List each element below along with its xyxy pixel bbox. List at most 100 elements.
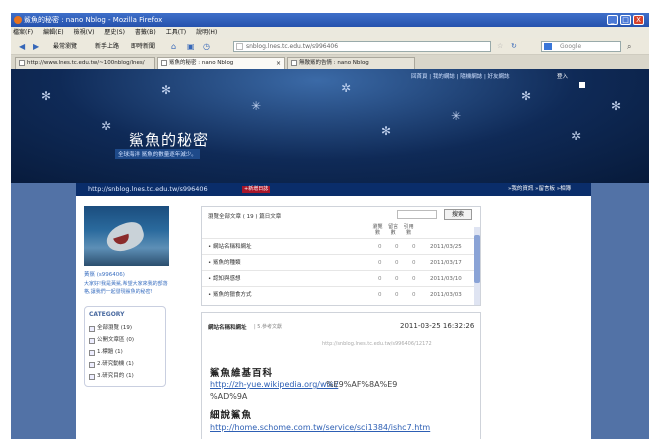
browser-window: 鯊魚的秘密 : nano Nblog - Mozilla Firefox _ □… xyxy=(11,13,649,439)
reload-icon[interactable]: ↻ xyxy=(511,41,517,52)
category-item[interactable]: 2.研究動機 (1) xyxy=(89,358,161,370)
article-date: 2011-03-25 16:32:26 xyxy=(400,322,475,330)
list-item-views: 0 xyxy=(378,260,382,266)
list-item-date: 2011/03/17 xyxy=(430,260,462,266)
list-item[interactable]: • 認知與感想 0 0 0 2011/03/10 xyxy=(202,270,476,286)
dandelion-decoration: ✳ xyxy=(451,109,462,123)
new-post-button[interactable]: +新增日誌 xyxy=(242,186,271,193)
avatar[interactable] xyxy=(84,206,169,266)
tab-close-icon[interactable]: × xyxy=(276,58,281,69)
category-item[interactable]: 3.研究目的 (1) xyxy=(89,370,161,382)
tab-other-blog[interactable]: 無敵鯊的告情 : nano Nblog xyxy=(287,57,415,69)
tab-school-nblog[interactable]: http://www.lnes.tc.edu.tw/~100nblog/lnes… xyxy=(15,57,155,69)
menu-file[interactable]: 檔案(F) xyxy=(13,27,33,38)
history-icon[interactable]: ◷ xyxy=(203,41,210,52)
profile-name[interactable]: 黃鯊 (s996406) xyxy=(84,270,184,278)
list-item-title[interactable]: • 鯊魚的種類 xyxy=(208,255,241,271)
list-search-button[interactable]: 搜索 xyxy=(444,209,472,220)
bookmark-getting-started[interactable]: 新手上路 xyxy=(95,41,119,52)
list-item-comments: 0 xyxy=(395,276,399,282)
list-item-views: 0 xyxy=(378,244,382,250)
article-link-tail: %AD%9A xyxy=(210,392,248,401)
blog-page: 黃鯊 (s996406) 大家好!我是黃鯊,希望大家來我的部落格,讓我們一起發現… xyxy=(76,196,591,439)
article-category[interactable]: | 5.參考文獻 xyxy=(254,323,282,330)
article-permalink[interactable]: http://snblog.lnes.tc.edu.tw/s996406/121… xyxy=(322,341,432,347)
list-header: 瀏覽全部文章 ( 19 ) 篇日文章 xyxy=(208,214,282,220)
profile-links[interactable]: »我的資訊 »留言板 »相簿 xyxy=(508,183,571,196)
top-links[interactable]: 回首頁 | 我的網誌 | 隨機網誌 | 好友網誌 xyxy=(411,72,510,80)
article: 網站名稱和網址 | 5.參考文獻 2011-03-25 16:32:26 htt… xyxy=(201,312,481,439)
article-link[interactable]: http://home.schome.com.tw/service/sci138… xyxy=(210,423,430,432)
category-item[interactable]: 全部瀏覽 (19) xyxy=(89,322,161,334)
bookmark-latest-news[interactable]: 即時新聞 xyxy=(131,41,155,52)
tab-page-icon xyxy=(161,60,167,66)
bookmark-most-visited[interactable]: 最常瀏覽 xyxy=(53,41,77,52)
star-icon[interactable]: ☆ xyxy=(497,41,503,52)
search-icon[interactable]: ⌕ xyxy=(627,41,631,52)
list-search-input[interactable] xyxy=(397,210,437,219)
list-item-comments: 0 xyxy=(395,244,399,250)
url-text: snblog.lnes.tc.edu.tw/s996406 xyxy=(246,43,339,50)
tab-shark-secret[interactable]: 鯊魚的秘密 : nano Nblog × xyxy=(157,57,285,69)
list-item-title[interactable]: • 鯊魚的獵食方式 xyxy=(208,287,252,303)
list-item-trackbacks: 0 xyxy=(412,292,416,298)
list-scrollbar-thumb[interactable] xyxy=(474,235,480,283)
list-item[interactable]: • 鯊魚的獵食方式 0 0 0 2011/03/03 xyxy=(202,286,476,302)
list-scrollbar[interactable] xyxy=(474,227,480,305)
article-link[interactable]: http://zh-yue.wikipedia.org/wiki/ xyxy=(210,380,338,389)
list-item-title[interactable]: • 網站名稱和網址 xyxy=(208,239,252,255)
blog-title[interactable]: 鯊魚的秘密 xyxy=(129,129,209,150)
dandelion-decoration: ✻ xyxy=(381,124,392,138)
list-item-views: 0 xyxy=(378,292,382,298)
col-views: 瀏覽數 xyxy=(372,224,383,236)
article-list: 瀏覽全部文章 ( 19 ) 篇日文章 搜索 瀏覽數 留言數 引用數 • 網站名稱… xyxy=(201,206,481,306)
login-box[interactable] xyxy=(579,82,585,88)
list-item-trackbacks: 0 xyxy=(412,244,416,250)
dandelion-decoration: ✻ xyxy=(611,99,622,113)
maximize-button[interactable]: □ xyxy=(620,15,631,25)
dandelion-decoration: ✲ xyxy=(101,119,112,133)
tab-bar: http://www.lnes.tc.edu.tw/~100nblog/lnes… xyxy=(11,55,649,69)
minimize-button[interactable]: _ xyxy=(607,15,618,25)
menu-help[interactable]: 說明(H) xyxy=(196,27,217,38)
home-icon[interactable]: ⌂ xyxy=(171,41,176,52)
search-engine-icon[interactable] xyxy=(544,43,552,50)
list-item-title[interactable]: • 認知與感想 xyxy=(208,271,241,287)
sidebar: 黃鯊 (s996406) 大家好!我是黃鯊,希望大家來我的部落格,讓我們一起發現… xyxy=(84,206,184,387)
page-icon xyxy=(236,43,243,50)
blog-url[interactable]: http://snblog.lnes.tc.edu.tw/s996406 xyxy=(88,185,208,193)
article-link-rest: %E9%AF%8A%E9 xyxy=(326,380,398,389)
category-box: CATEGORY 全部瀏覽 (19) 公開文章區 (0) 1.標題 (1) 2.… xyxy=(84,306,166,387)
category-item[interactable]: 1.標題 (1) xyxy=(89,346,161,358)
forward-button[interactable]: ▶ xyxy=(33,41,39,52)
menu-tools[interactable]: 工具(T) xyxy=(166,27,186,38)
col-comments: 留言數 xyxy=(388,224,399,236)
category-item[interactable]: 公開文章區 (0) xyxy=(89,334,161,346)
back-button[interactable]: ◀ xyxy=(19,41,25,52)
main-column: 瀏覽全部文章 ( 19 ) 篇日文章 搜索 瀏覽數 留言數 引用數 • 網站名稱… xyxy=(201,206,481,439)
list-item-date: 2011/03/10 xyxy=(430,276,462,282)
print-icon[interactable]: ▣ xyxy=(187,41,195,52)
menu-edit[interactable]: 編輯(E) xyxy=(43,27,63,38)
category-title: CATEGORY xyxy=(89,311,125,318)
web-content: ✻ ✲ ✻ ✳ ✲ ✻ ✳ ✻ ✲ ✻ 回首頁 | 我的網誌 | 隨機網誌 | … xyxy=(11,69,649,439)
login-link[interactable]: 登入 xyxy=(557,72,568,80)
article-heading: 細說鯊魚 xyxy=(210,410,253,421)
close-button[interactable]: X xyxy=(633,15,644,25)
menu-bookmarks[interactable]: 書籤(B) xyxy=(135,27,156,38)
tab-page-icon xyxy=(291,60,297,66)
menu-history[interactable]: 歷史(S) xyxy=(104,27,125,38)
profile-description: 大家好!我是黃鯊,希望大家來我的部落格,讓我們一起發現鯊魚的秘密! xyxy=(84,281,168,295)
tab-page-icon xyxy=(19,60,25,66)
menu-view[interactable]: 檢視(V) xyxy=(74,27,95,38)
list-item[interactable]: • 網站名稱和網址 0 0 0 2011/03/25 xyxy=(202,238,476,254)
dandelion-decoration: ✲ xyxy=(571,129,582,143)
address-bar[interactable]: snblog.lnes.tc.edu.tw/s996406 xyxy=(233,41,491,52)
window-title: 鯊魚的秘密 : nano Nblog - Mozilla Firefox xyxy=(24,16,163,24)
list-item-trackbacks: 0 xyxy=(412,276,416,282)
article-heading: 鯊魚維基百科 xyxy=(210,368,274,379)
list-item[interactable]: • 鯊魚的種類 0 0 0 2011/03/17 xyxy=(202,254,476,270)
article-title[interactable]: 網站名稱和網址 xyxy=(208,323,247,331)
blog-banner: ✻ ✲ ✻ ✳ ✲ ✻ ✳ ✻ ✲ ✻ 回首頁 | 我的網誌 | 隨機網誌 | … xyxy=(11,69,649,183)
search-input[interactable]: Google xyxy=(541,41,621,52)
